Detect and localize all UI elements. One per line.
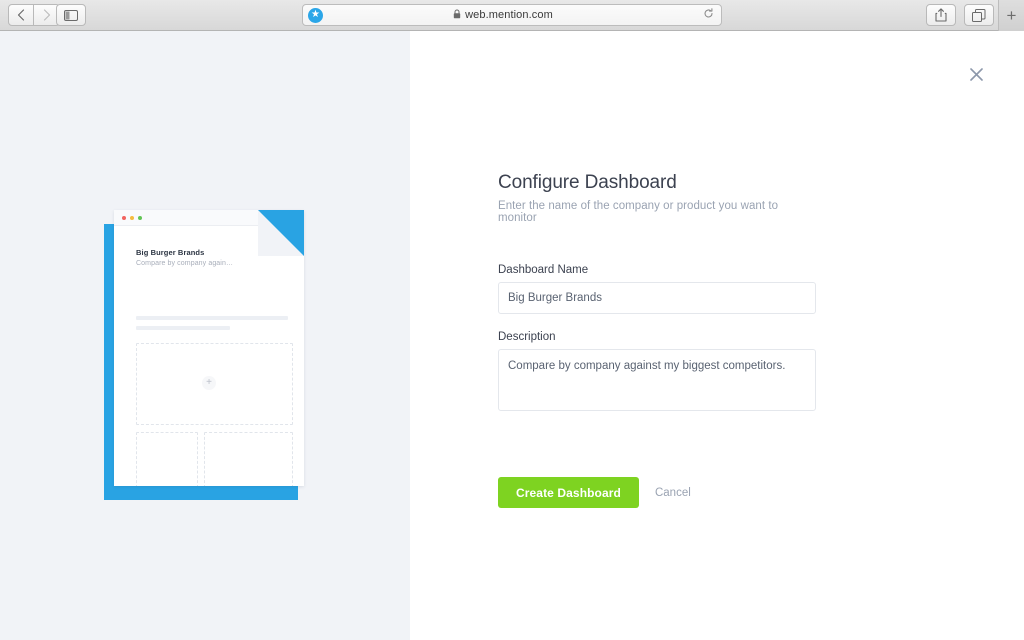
address-bar[interactable]: ★ web.mention.com <box>302 4 722 26</box>
back-button[interactable] <box>8 4 34 26</box>
configure-dashboard-panel: Configure Dashboard Enter the name of th… <box>410 31 1024 640</box>
description-label: Description <box>498 331 556 343</box>
traffic-light-minimize-icon <box>130 215 134 220</box>
illustration-card: Big Burger Brands Compare by company aga… <box>114 210 304 486</box>
reload-icon <box>703 6 714 24</box>
tabs-button[interactable] <box>964 4 994 26</box>
traffic-light-maximize-icon <box>138 215 142 220</box>
tabs-icon <box>972 8 986 22</box>
reload-button[interactable] <box>703 6 714 24</box>
illustration-panel: Big Burger Brands Compare by company aga… <box>0 31 410 640</box>
url-display: web.mention.com <box>303 6 703 24</box>
browser-toolbar: ★ web.mention.com + <box>0 0 1024 31</box>
share-button[interactable] <box>926 4 956 26</box>
chevron-left-icon <box>17 9 25 21</box>
chevron-right-icon <box>43 9 51 21</box>
illustration-add-widget-icon: + <box>202 376 216 390</box>
page-title: Configure Dashboard <box>498 172 677 193</box>
illustration-widget-placeholder <box>204 432 293 486</box>
sidebar-toggle-wrapper <box>56 4 86 26</box>
traffic-light-close-icon <box>122 215 126 220</box>
dashboard-name-label: Dashboard Name <box>498 264 589 276</box>
close-button[interactable] <box>965 66 987 88</box>
description-field-group: Description <box>498 331 816 416</box>
close-icon <box>969 68 983 86</box>
share-icon <box>935 8 947 22</box>
cancel-button[interactable]: Cancel <box>655 487 691 499</box>
illustration-folded-corner-icon <box>258 210 304 256</box>
sidebar-toggle-button[interactable] <box>56 4 86 26</box>
lock-icon <box>453 6 461 24</box>
page-subtitle: Enter the name of the company or product… <box>498 200 779 224</box>
illustration-card-title: Big Burger Brands <box>136 248 205 257</box>
illustration-widget-placeholder <box>136 432 198 486</box>
description-textarea[interactable] <box>498 349 816 411</box>
toolbar-right-buttons <box>926 4 994 26</box>
create-dashboard-button[interactable]: Create Dashboard <box>498 477 639 508</box>
sidebar-toggle-icon <box>64 9 78 21</box>
page-content: Big Burger Brands Compare by company aga… <box>0 31 1024 640</box>
new-tab-button[interactable]: + <box>998 0 1024 31</box>
illustration-window-titlebar <box>114 210 258 226</box>
form-actions: Create Dashboard Cancel <box>498 477 816 508</box>
illustration-placeholder-line <box>136 326 230 330</box>
dashboard-preview-illustration: Big Burger Brands Compare by company aga… <box>104 210 304 500</box>
navigation-buttons <box>8 4 60 26</box>
illustration-placeholder-line <box>136 316 288 320</box>
illustration-card-subtitle: Compare by company again… <box>136 260 234 267</box>
url-text: web.mention.com <box>465 9 553 21</box>
dashboard-name-field-group: Dashboard Name <box>498 264 816 314</box>
dashboard-name-input[interactable] <box>498 282 816 314</box>
configure-dashboard-form: Configure Dashboard Enter the name of th… <box>498 172 816 508</box>
